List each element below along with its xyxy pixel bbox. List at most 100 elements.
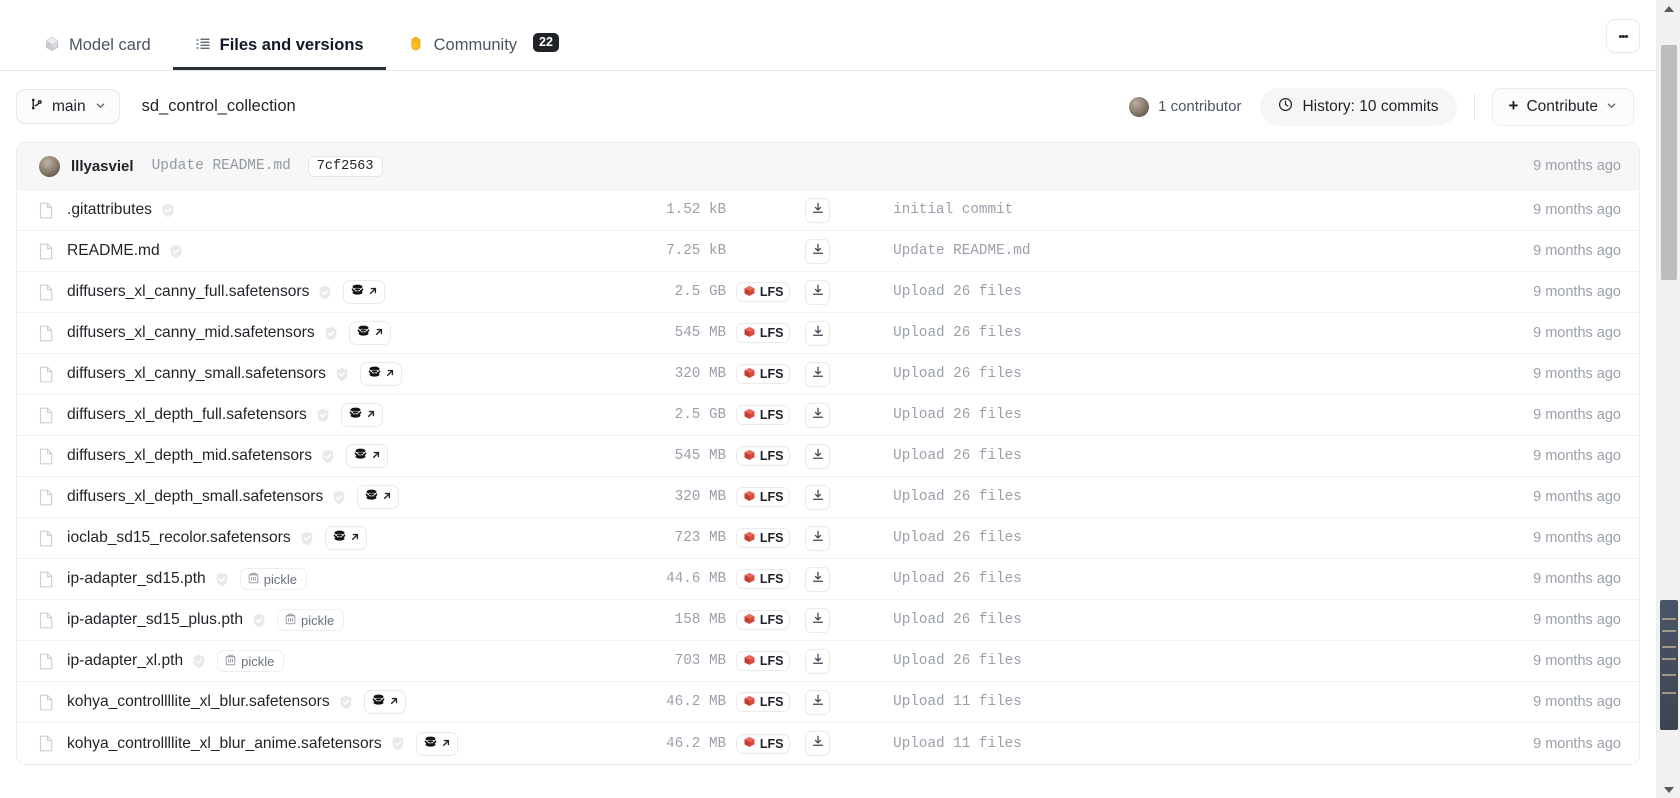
file-commit-message[interactable]: Upload 26 files: [893, 325, 1533, 341]
kebab-menu-button[interactable]: [1606, 19, 1640, 53]
tab-model-card[interactable]: Model card: [22, 0, 173, 70]
tab-files-and-versions[interactable]: Files and versions: [172, 0, 386, 70]
file-name-link[interactable]: diffusers_xl_canny_mid.safetensors: [67, 324, 315, 342]
file-commit-message[interactable]: Upload 26 files: [893, 653, 1533, 669]
file-row[interactable]: .gitattributes 1.52 kBLFSinitial commit9 …: [17, 190, 1639, 231]
download-button[interactable]: [805, 566, 831, 592]
file-name-link[interactable]: ip-adapter_sd15.pth: [67, 570, 206, 588]
file-row[interactable]: ip-adapter_sd15.pth pickle 44.6 MB LFS Uploa…: [17, 559, 1639, 600]
download-button[interactable]: [805, 402, 831, 428]
commit-author-name[interactable]: lllyasviel: [71, 158, 134, 175]
lfs-badge[interactable]: LFS: [736, 323, 791, 343]
download-button[interactable]: [805, 689, 831, 715]
lfs-badge[interactable]: LFS: [736, 405, 791, 425]
contributor-avatar: [1129, 96, 1150, 117]
contribute-button[interactable]: + Contribute: [1491, 87, 1634, 126]
file-commit-message[interactable]: Upload 26 files: [893, 366, 1533, 382]
file-commit-message[interactable]: Update README.md: [893, 243, 1533, 259]
vertical-scrollbar[interactable]: [1656, 0, 1680, 798]
lfs-badge[interactable]: LFS: [736, 692, 791, 712]
lfs-badge[interactable]: LFS: [736, 364, 791, 384]
file-commit-message[interactable]: Upload 26 files: [893, 571, 1533, 587]
lfs-badge[interactable]: LFS: [736, 733, 791, 754]
file-row[interactable]: diffusers_xl_depth_small.safetensors 320 …: [17, 477, 1639, 518]
pickle-badge[interactable]: pickle: [239, 568, 307, 590]
download-button[interactable]: [805, 238, 831, 264]
lfs-badge[interactable]: LFS: [736, 610, 791, 630]
safetensors-badge[interactable]: [340, 403, 383, 427]
file-commit-message[interactable]: Upload 26 files: [893, 284, 1533, 300]
file-row[interactable]: diffusers_xl_depth_mid.safetensors 545 MB…: [17, 436, 1639, 477]
file-name-link[interactable]: diffusers_xl_canny_small.safetensors: [67, 365, 326, 383]
commit-hash[interactable]: 7cf2563: [307, 155, 383, 177]
lfs-badge[interactable]: LFS: [736, 446, 791, 466]
file-row[interactable]: diffusers_xl_canny_small.safetensors 320 …: [17, 354, 1639, 395]
scroll-down-arrow-icon[interactable]: [1657, 781, 1680, 798]
file-name-link[interactable]: diffusers_xl_depth_small.safetensors: [67, 488, 323, 506]
file-name-link[interactable]: ip-adapter_sd15_plus.pth: [67, 611, 243, 629]
file-commit-message[interactable]: Upload 11 files: [893, 694, 1533, 710]
file-row[interactable]: diffusers_xl_canny_full.safetensors 2.5 G…: [17, 272, 1639, 313]
safetensors-badge[interactable]: [363, 690, 406, 714]
file-commit-message[interactable]: Upload 26 files: [893, 407, 1533, 423]
file-row[interactable]: diffusers_xl_canny_mid.safetensors 545 MB…: [17, 313, 1639, 354]
scroll-up-arrow-icon[interactable]: [1657, 0, 1680, 17]
scrollbar-thumb[interactable]: [1661, 45, 1677, 280]
pickle-badge[interactable]: pickle: [277, 609, 345, 631]
file-name-link[interactable]: diffusers_xl_canny_full.safetensors: [67, 283, 309, 301]
file-commit-message[interactable]: Upload 26 files: [893, 612, 1533, 628]
file-commit-message[interactable]: initial commit: [893, 202, 1533, 218]
file-name-link[interactable]: ip-adapter_xl.pth: [67, 652, 183, 670]
safetensors-badge[interactable]: [357, 485, 400, 509]
file-row[interactable]: README.md 7.25 kBLFSUpdate README.md9 mon…: [17, 231, 1639, 272]
branch-selector[interactable]: main: [16, 89, 120, 124]
safetensors-badge[interactable]: [346, 444, 389, 468]
safetensors-badge[interactable]: [343, 280, 386, 304]
download-button[interactable]: [805, 361, 831, 387]
file-commit-message[interactable]: Upload 26 files: [893, 489, 1533, 505]
file-row[interactable]: kohya_controllllite_xl_blur.safetensors 4…: [17, 682, 1639, 723]
pickle-badge[interactable]: pickle: [217, 650, 285, 672]
safetensors-badge[interactable]: [324, 526, 367, 550]
file-row[interactable]: ip-adapter_xl.pth pickle 703 MB LFS Upload 2…: [17, 641, 1639, 682]
commit-message[interactable]: Update README.md: [152, 158, 291, 174]
download-button[interactable]: [805, 320, 831, 346]
tab-community[interactable]: Community 22: [386, 0, 581, 70]
commit-author-avatar[interactable]: [39, 155, 60, 177]
file-row[interactable]: ip-adapter_sd15_plus.pth pickle 158 MB LFS U…: [17, 600, 1639, 641]
file-commit-message[interactable]: Upload 26 files: [893, 530, 1533, 546]
download-button[interactable]: [805, 197, 831, 223]
history-button[interactable]: History: 10 commits: [1260, 87, 1457, 126]
lfs-badge[interactable]: LFS: [736, 651, 791, 671]
file-commit-message[interactable]: Upload 11 files: [893, 736, 1533, 752]
file-name-link[interactable]: kohya_controllllite_xl_blur_anime.safete…: [67, 735, 382, 753]
file-name-link[interactable]: kohya_controllllite_xl_blur.safetensors: [67, 693, 330, 711]
file-row[interactable]: diffusers_xl_depth_full.safetensors 2.5 G…: [17, 395, 1639, 436]
safetensors-badge[interactable]: [348, 321, 391, 345]
lfs-badge[interactable]: LFS: [736, 528, 791, 548]
lfs-badge[interactable]: LFS: [736, 487, 791, 507]
repo-name[interactable]: sd_control_collection: [142, 97, 296, 116]
download-button[interactable]: [805, 607, 831, 633]
file-name-link[interactable]: .gitattributes: [67, 201, 152, 219]
file-commit-message[interactable]: Upload 26 files: [893, 448, 1533, 464]
download-button[interactable]: [805, 525, 831, 551]
scrollbar-secondary-thumb[interactable]: [1660, 600, 1678, 730]
contributors-link[interactable]: 1 contributor: [1129, 96, 1241, 117]
file-name-link[interactable]: README.md: [67, 242, 160, 260]
lfs-badge[interactable]: LFS: [736, 569, 791, 589]
file-name-link[interactable]: diffusers_xl_depth_mid.safetensors: [67, 447, 312, 465]
download-button[interactable]: [805, 731, 831, 756]
download-button[interactable]: [805, 279, 831, 305]
download-button[interactable]: [805, 484, 831, 510]
download-button[interactable]: [805, 648, 831, 674]
lfs-box-icon: [743, 449, 756, 464]
file-row[interactable]: kohya_controllllite_xl_blur_anime.safete…: [17, 723, 1639, 764]
safetensors-badge[interactable]: [359, 362, 402, 386]
safetensors-badge[interactable]: [415, 731, 458, 756]
file-name-link[interactable]: diffusers_xl_depth_full.safetensors: [67, 406, 307, 424]
file-name-link[interactable]: ioclab_sd15_recolor.safetensors: [67, 529, 291, 547]
download-button[interactable]: [805, 443, 831, 469]
lfs-badge[interactable]: LFS: [736, 282, 791, 302]
file-row[interactable]: ioclab_sd15_recolor.safetensors 723 MB LFS…: [17, 518, 1639, 559]
